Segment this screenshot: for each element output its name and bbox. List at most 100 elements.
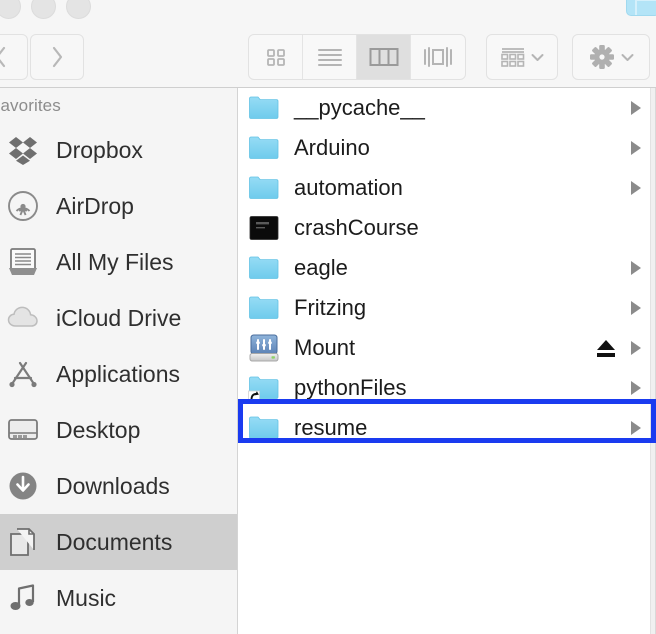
icon-view-icon (266, 49, 285, 66)
file-row[interactable]: Arduino (238, 128, 655, 168)
list-view-icon (317, 49, 342, 66)
folder-icon (248, 412, 280, 444)
file-row[interactable]: pythonFiles (238, 368, 655, 408)
folder-alias-icon (248, 372, 280, 404)
terminal-file-icon (249, 216, 279, 240)
sidebar-item-label: Desktop (56, 416, 141, 443)
sidebar-item-music[interactable]: Music (0, 570, 237, 626)
eject-placeholder (595, 177, 617, 199)
chevron-right-icon (52, 46, 63, 68)
arrange-grid-icon (501, 48, 525, 67)
folder-icon (249, 256, 279, 279)
terminal-file-icon (248, 212, 280, 244)
chevron-down-icon (621, 53, 634, 61)
file-row[interactable]: Mount (238, 328, 655, 368)
folder-icon (249, 96, 279, 119)
file-row-label: Mount (294, 335, 356, 360)
file-row[interactable]: crashCourse (238, 208, 655, 248)
documents-icon (6, 525, 40, 559)
file-row-label: Fritzing (294, 295, 367, 320)
music-icon (6, 581, 40, 615)
chevron-right-icon (631, 141, 641, 155)
all-my-files-icon (9, 248, 37, 275)
file-row[interactable]: eagle (238, 248, 655, 288)
folder-icon (248, 252, 280, 284)
chevron-right-icon (631, 181, 641, 195)
column-scroll-gutter[interactable] (650, 88, 655, 634)
sidebar-item-all-my-files[interactable]: All My Files (0, 234, 237, 290)
sidebar-item-label: Dropbox (56, 136, 143, 163)
eject-placeholder (595, 137, 617, 159)
folder-icon (248, 92, 280, 124)
sidebar-item-documents[interactable]: Documents (0, 514, 237, 570)
icon-view-button[interactable] (249, 35, 303, 79)
eject-placeholder (595, 257, 617, 279)
file-row-label: Arduino (294, 135, 370, 160)
eject-button[interactable] (595, 337, 617, 359)
sidebar-item-applications[interactable]: Applications (0, 346, 237, 402)
disclosure-chevron-icon[interactable] (629, 340, 643, 356)
applications-icon (6, 357, 40, 391)
chevron-left-icon (0, 46, 6, 68)
disclosure-chevron-icon[interactable] (629, 180, 643, 196)
file-row-label: __pycache__ (294, 95, 425, 120)
dropbox-icon (6, 133, 40, 167)
dropbox-icon (9, 137, 37, 165)
minimize-button[interactable] (31, 0, 56, 19)
file-row-label: pythonFiles (294, 375, 407, 400)
disclosure-chevron-icon[interactable] (629, 260, 643, 276)
sidebar-item-label: Downloads (56, 472, 170, 499)
back-button[interactable] (0, 34, 28, 80)
folder-icon (249, 296, 279, 319)
file-row-label: crashCourse (294, 215, 419, 240)
view-mode-segmented-control (248, 34, 466, 80)
list-view-button[interactable] (303, 35, 357, 79)
disclosure-chevron-icon[interactable] (629, 380, 643, 396)
sidebar-item-dropbox[interactable]: Dropbox (0, 122, 237, 178)
desktop-icon (8, 419, 38, 440)
zoom-button[interactable] (66, 0, 91, 19)
folder-icon (249, 136, 279, 159)
disclosure-chevron-icon[interactable] (629, 100, 643, 116)
downloads-icon (9, 472, 37, 500)
network-drive-icon (248, 332, 280, 364)
disclosure-chevron-icon[interactable] (629, 140, 643, 156)
disclosure-chevron-icon[interactable] (629, 300, 643, 316)
sidebar-item-icloud-drive[interactable]: iCloud Drive (0, 290, 237, 346)
disclosure-chevron-icon[interactable] (629, 420, 643, 436)
sidebar-item-desktop[interactable]: Desktop (0, 402, 237, 458)
finder-body: Favorites Dropbox AirDrop (0, 88, 656, 634)
airdrop-icon (8, 191, 38, 221)
corner-highlighted-control[interactable] (626, 0, 656, 16)
file-row[interactable]: Fritzing (238, 288, 655, 328)
sidebar-item-label: AirDrop (56, 192, 134, 219)
coverflow-view-button[interactable] (411, 35, 465, 79)
airdrop-icon (6, 189, 40, 223)
coverflow-view-icon (424, 47, 452, 67)
arrange-by-button[interactable] (486, 34, 558, 80)
eject-placeholder (595, 297, 617, 319)
close-button[interactable] (0, 0, 21, 19)
sidebar-item-airdrop[interactable]: AirDrop (0, 178, 237, 234)
traffic-light-buttons (0, 0, 91, 19)
file-row[interactable]: automation (238, 168, 655, 208)
icloud-icon (7, 306, 38, 327)
file-row[interactable]: resume (238, 408, 655, 448)
sidebar-item-label: Applications (56, 360, 181, 387)
sidebar-item-label: All My Files (56, 248, 174, 275)
forward-button[interactable] (30, 34, 84, 80)
folder-icon (249, 176, 279, 199)
column-view-button[interactable] (357, 35, 411, 79)
column-view-icon (369, 48, 398, 66)
sidebar-item-label: Documents (56, 528, 173, 555)
file-row[interactable]: __pycache__ (238, 88, 655, 128)
music-icon (10, 584, 35, 610)
sidebar-item-downloads[interactable]: Downloads (0, 458, 237, 514)
navigation-buttons (0, 34, 84, 80)
file-row-label: resume (294, 415, 368, 440)
action-menu-button[interactable] (572, 34, 650, 80)
sidebar-item-label: iCloud Drive (56, 304, 182, 331)
gear-icon (590, 45, 614, 69)
eject-placeholder (595, 377, 617, 399)
file-row-label: eagle (294, 255, 348, 280)
